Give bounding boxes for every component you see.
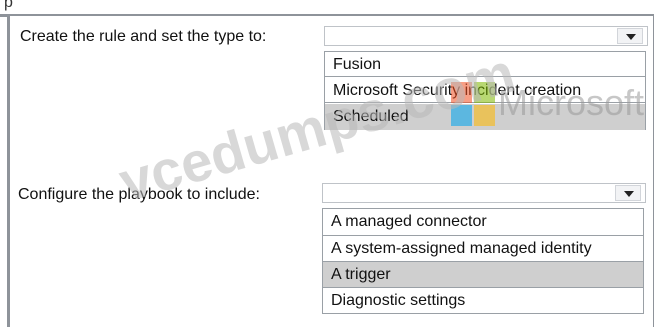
- chevron-down-icon[interactable]: [615, 185, 641, 201]
- playbook-options: A managed connector A system-assigned ma…: [322, 208, 644, 314]
- top-strip: p: [0, 0, 654, 17]
- option-diagnostic-settings[interactable]: Diagnostic settings: [323, 288, 643, 314]
- chevron-down-icon[interactable]: [617, 28, 643, 44]
- option-managed-connector[interactable]: A managed connector: [323, 209, 643, 236]
- rule-type-dropdown[interactable]: [324, 26, 648, 46]
- option-system-assigned-managed-identity[interactable]: A system-assigned managed identity: [323, 236, 643, 262]
- header-fragment: p: [4, 0, 13, 11]
- question-1-label: Create the rule and set the type to:: [20, 28, 267, 45]
- playbook-dropdown[interactable]: [322, 183, 646, 203]
- option-trigger[interactable]: A trigger: [323, 262, 643, 288]
- microsoft-watermark-text: Microsoft: [498, 82, 645, 123]
